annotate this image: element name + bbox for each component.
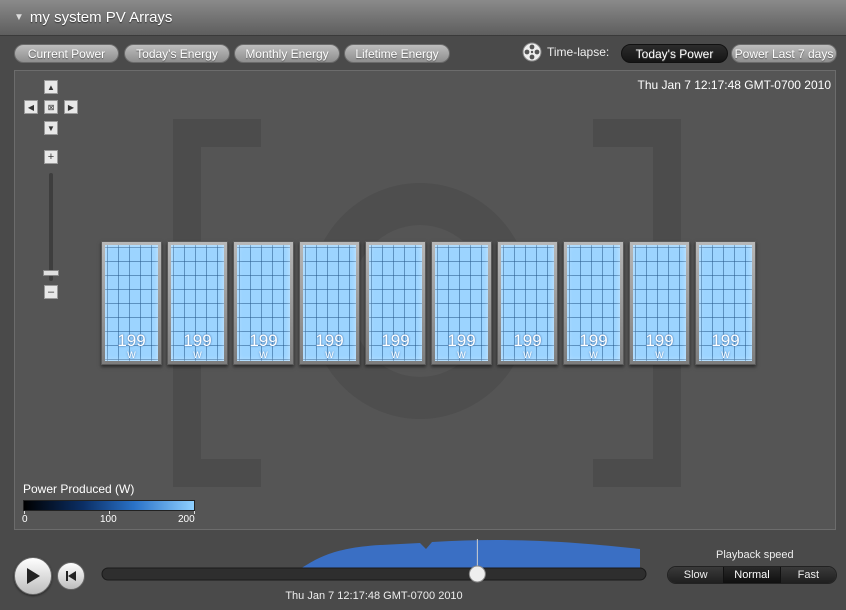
timeline-track[interactable]: [101, 567, 647, 581]
skip-back-icon: [66, 571, 76, 581]
zoom-out-button[interactable]: –: [44, 285, 58, 299]
pv-panel-unit: W: [655, 350, 664, 360]
pv-panel-unit: W: [589, 350, 598, 360]
pv-panel-value: 199: [711, 331, 740, 350]
speed-slow-button[interactable]: Slow: [668, 567, 725, 583]
pv-panel-cells: 199 W: [435, 245, 488, 361]
legend-tick-200: 200: [178, 514, 195, 525]
pv-panel-unit: W: [325, 350, 334, 360]
speed-normal-button[interactable]: Normal: [724, 567, 781, 583]
pv-panel-value: 199: [117, 331, 146, 350]
tab-lifetime-energy[interactable]: Lifetime Energy: [344, 44, 450, 63]
pv-panel-cells: 199 W: [237, 245, 290, 361]
timelapse-power-last-7-days[interactable]: Power Last 7 days: [731, 44, 837, 63]
legend-color-scale: [23, 500, 195, 511]
zoom-slider-thumb[interactable]: [43, 270, 59, 276]
pv-panel-cells: 199 W: [105, 245, 158, 361]
pv-panel[interactable]: 199 W: [167, 241, 228, 365]
timelapse-label: Time-lapse:: [547, 45, 610, 59]
pv-panel-cells: 199 W: [171, 245, 224, 361]
legend-tick-0: 0: [22, 514, 28, 525]
pan-left-button[interactable]: ◀: [24, 100, 38, 114]
pv-panel-cells: 199 W: [303, 245, 356, 361]
legend-tick-100: 100: [100, 514, 117, 525]
pv-panel-unit: W: [721, 350, 730, 360]
pv-panel[interactable]: 199 W: [563, 241, 624, 365]
daily-power-profile: [100, 540, 640, 569]
pv-panel-row: 199 W 199 W 199 W 199 W 199 W 199 W 199 W 199 W 199 W 199 W: [101, 241, 756, 365]
rewind-button[interactable]: [57, 562, 85, 590]
pv-panel-value: 199: [447, 331, 476, 350]
pv-panel[interactable]: 199 W: [101, 241, 162, 365]
zoom-in-button[interactable]: +: [44, 150, 58, 164]
playback-speed-label: Playback speed: [716, 549, 794, 561]
pv-panel-cells: 199 W: [633, 245, 686, 361]
pan-right-button[interactable]: ▶: [64, 100, 78, 114]
pv-panel[interactable]: 199 W: [299, 241, 360, 365]
pv-panel-unit: W: [457, 350, 466, 360]
pv-panel[interactable]: 199 W: [695, 241, 756, 365]
window-title: my system PV Arrays: [29, 9, 173, 26]
viewport-timestamp: Thu Jan 7 12:17:48 GMT-0700 2010: [637, 78, 831, 92]
tab-monthly-energy[interactable]: Monthly Energy: [234, 44, 340, 63]
playhead-knob[interactable]: [468, 565, 486, 583]
pv-panel-value: 199: [645, 331, 674, 350]
film-reel-icon: [522, 42, 542, 62]
collapse-triangle-icon[interactable]: ▼: [14, 12, 24, 23]
pv-panel-unit: W: [391, 350, 400, 360]
pv-panel-cells: 199 W: [699, 245, 752, 361]
pan-down-button[interactable]: ▼: [44, 121, 58, 135]
pv-panel-unit: W: [193, 350, 202, 360]
playback-timestamp: Thu Jan 7 12:17:48 GMT-0700 2010: [285, 590, 463, 602]
pv-panel-unit: W: [259, 350, 268, 360]
pv-panel-value: 199: [381, 331, 410, 350]
pv-panel[interactable]: 199 W: [233, 241, 294, 365]
timelapse-todays-power[interactable]: Today's Power: [621, 44, 728, 63]
play-button[interactable]: [14, 557, 52, 595]
pv-panel-unit: W: [127, 350, 136, 360]
tab-todays-energy[interactable]: Today's Energy: [124, 44, 230, 63]
pv-panel[interactable]: 199 W: [431, 241, 492, 365]
pv-panel-unit: W: [523, 350, 532, 360]
pv-panel-value: 199: [249, 331, 278, 350]
pv-panel-value: 199: [513, 331, 542, 350]
pv-panel-value: 199: [183, 331, 212, 350]
zoom-slider-track[interactable]: [49, 173, 53, 281]
pv-panel[interactable]: 199 W: [497, 241, 558, 365]
pan-up-button[interactable]: ▲: [44, 80, 58, 94]
playback-speed-control: Slow Normal Fast: [667, 566, 837, 584]
title-bar: ▼ my system PV Arrays: [0, 0, 846, 36]
pv-panel-value: 199: [579, 331, 608, 350]
play-icon: [27, 568, 40, 584]
pv-panel-value: 199: [315, 331, 344, 350]
speed-fast-button[interactable]: Fast: [780, 567, 836, 583]
pan-reset-button[interactable]: ⊠: [44, 100, 58, 114]
pv-panel-cells: 199 W: [501, 245, 554, 361]
pv-panel-cells: 199 W: [369, 245, 422, 361]
tab-current-power[interactable]: Current Power: [14, 44, 119, 63]
timeline-scrubber[interactable]: [100, 535, 648, 585]
pv-panel[interactable]: 199 W: [365, 241, 426, 365]
pv-panel-cells: 199 W: [567, 245, 620, 361]
pv-panel[interactable]: 199 W: [629, 241, 690, 365]
legend-title: Power Produced (W): [23, 482, 135, 496]
array-viewport[interactable]: Thu Jan 7 12:17:48 GMT-0700 2010 ▲ ◀ ⊠ ▶…: [14, 70, 836, 530]
